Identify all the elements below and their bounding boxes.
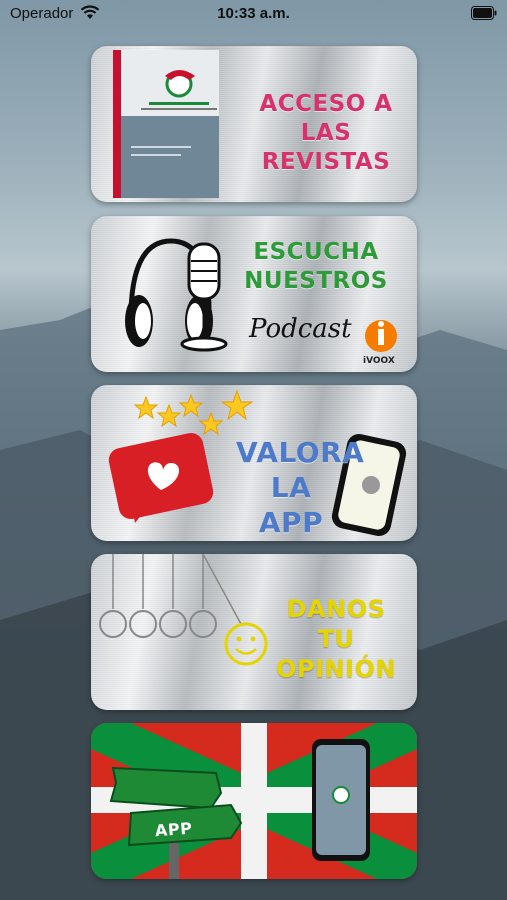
card-title-podcast: ESCUCHA NUESTROS [244, 239, 388, 294]
card-rate-app[interactable]: VALORA LA APP [91, 385, 417, 541]
card-app-flag[interactable]: APP [91, 723, 417, 879]
status-bar: Operador 10:33 a.m. [0, 0, 507, 28]
podcast-script-label: Podcast [249, 314, 352, 344]
basque-flag-illustration [91, 723, 417, 879]
clock: 10:33 a.m. [217, 5, 290, 22]
card-title-opinion: DANOS TU OPINIÓN [276, 595, 396, 683]
ivoox-logo: iVOOX [363, 356, 395, 366]
card-title-magazines: ACCESO A LAS REVISTAS [259, 91, 393, 175]
battery-icon [471, 6, 497, 20]
card-title-rate-app: VALORA LA APP [236, 436, 365, 539]
card-podcast[interactable]: ESCUCHA NUESTROS Podcast iVOOX [91, 216, 417, 372]
card-opinion[interactable]: DANOS TU OPINIÓN [91, 554, 417, 710]
card-magazines[interactable]: ACCESO A LAS REVISTAS [91, 46, 417, 202]
app-sign-label: APP [154, 818, 193, 841]
